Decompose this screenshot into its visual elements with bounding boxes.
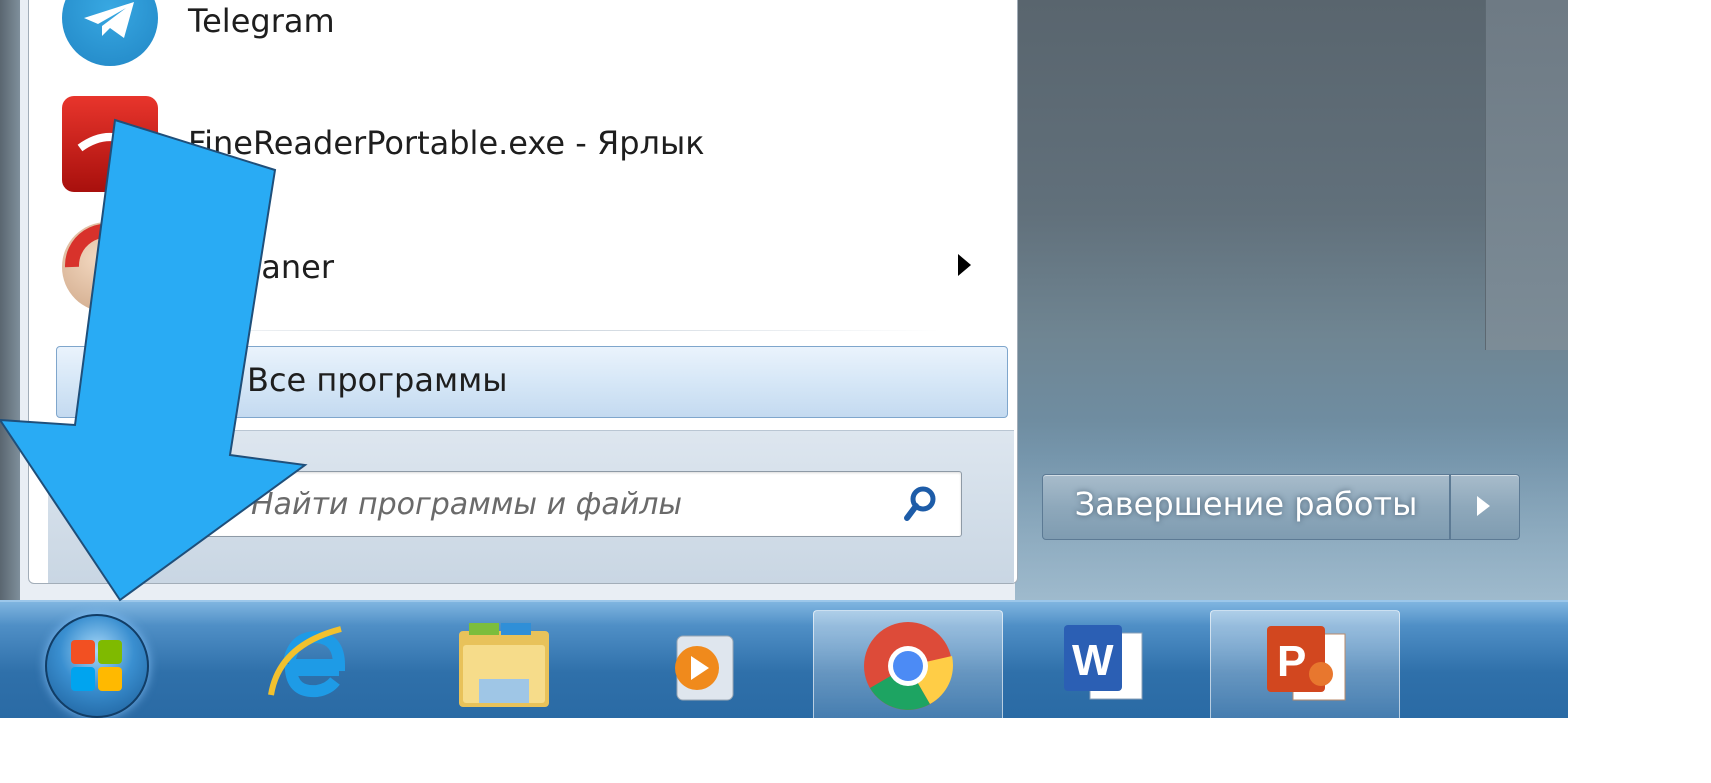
powerpoint-icon: P xyxy=(1267,626,1346,701)
folder-icon xyxy=(459,623,549,707)
svg-text:P: P xyxy=(1277,637,1306,686)
taskbar-microsoft-powerpoint[interactable]: P xyxy=(1210,610,1400,718)
windows-orb-icon[interactable] xyxy=(45,614,149,718)
word-icon: W xyxy=(1064,625,1143,700)
telegram-icon xyxy=(62,0,158,66)
taskbar-google-chrome[interactable] xyxy=(813,610,1003,718)
svg-text:W: W xyxy=(1072,636,1114,685)
media-player-icon xyxy=(675,635,734,701)
taskbar-media-player[interactable] xyxy=(606,610,794,718)
internet-explorer-icon xyxy=(268,626,346,698)
screenshot: Telegram FineReaderPortable.exe - Ярлык … xyxy=(0,0,1568,718)
menu-item-telegram[interactable]: Telegram xyxy=(60,0,990,100)
shutdown-label: Завершение работы xyxy=(1074,485,1418,523)
taskbar-internet-explorer[interactable] xyxy=(215,610,403,718)
pointer-arrow-annotation xyxy=(0,118,308,602)
taskbar: W P xyxy=(0,600,1568,718)
taskbar-microsoft-word[interactable]: W xyxy=(1008,610,1196,718)
menu-item-label: Telegram xyxy=(188,2,335,40)
shutdown-options-button[interactable] xyxy=(1450,474,1520,540)
taskbar-windows-explorer[interactable] xyxy=(410,610,598,718)
search-icon[interactable] xyxy=(903,484,939,524)
submenu-arrow-icon[interactable] xyxy=(958,254,971,276)
chrome-icon xyxy=(864,622,954,710)
shutdown-button[interactable]: Завершение работы xyxy=(1042,474,1450,540)
